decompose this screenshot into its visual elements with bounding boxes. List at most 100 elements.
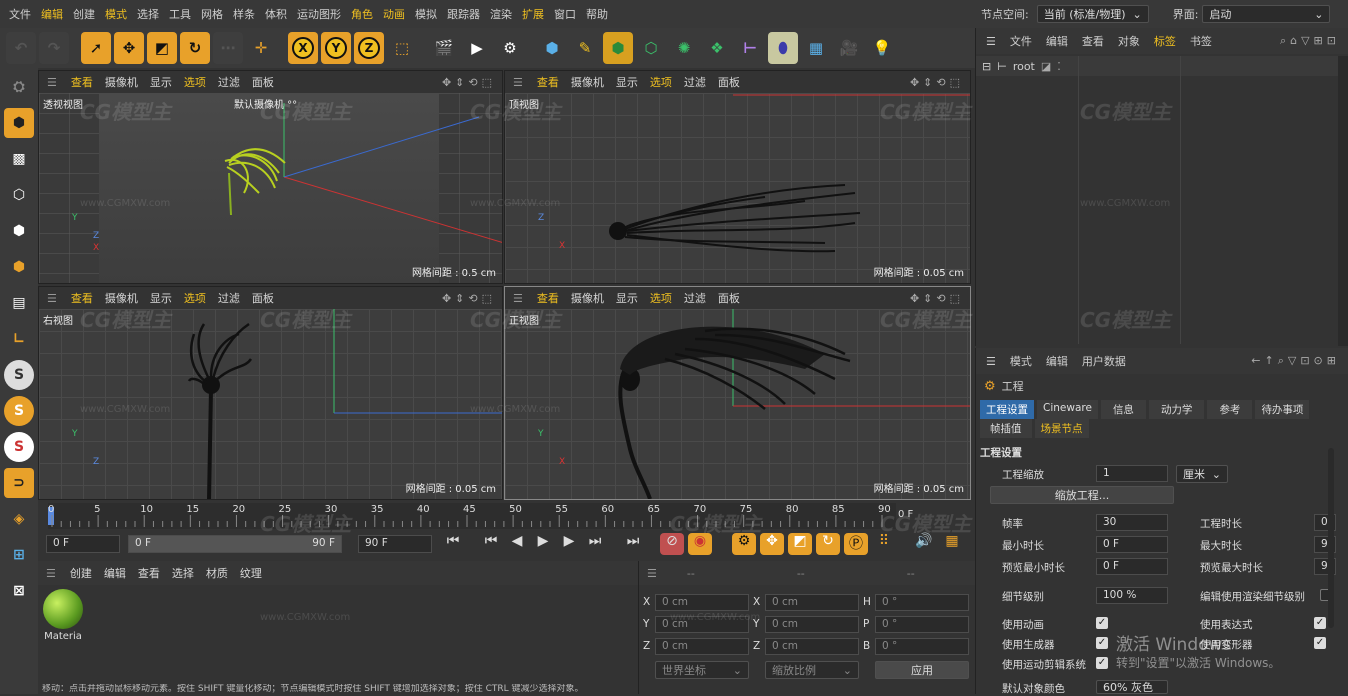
attr-scrollbar[interactable] [1328, 448, 1334, 628]
render-picture-viewer-button[interactable]: ▶ [462, 32, 492, 64]
vp-menu-options[interactable]: 选项 [650, 74, 672, 90]
go-end-button[interactable]: ⏭ [622, 533, 644, 555]
x-axis-button[interactable]: X [288, 32, 318, 64]
live-select-button[interactable]: ⋯ [213, 32, 243, 64]
menu-edit[interactable]: 编辑 [41, 6, 63, 22]
om-toolbar-icons[interactable]: ⌕⌂▽⊞⊡ [1280, 34, 1340, 48]
vp-menu-cameras[interactable]: 摄像机 [571, 74, 604, 90]
menu-animate[interactable]: 动画 [383, 6, 405, 22]
viewport-front[interactable]: ☰ 查看 摄像机 显示 选项 过滤 面板 ✥⇕⟲⬚ 正视图 Y X 网格间距:… [504, 286, 971, 500]
om-scrollbar[interactable] [1338, 56, 1348, 346]
record-button[interactable]: ⊘ [660, 533, 684, 555]
vp-menu-display[interactable]: 显示 [150, 290, 172, 306]
deformer-button[interactable]: ⊢ [735, 32, 765, 64]
nav-icons[interactable]: ✥⇕⟲⬚ [910, 292, 964, 305]
rot-b-field[interactable]: 0 ° [875, 638, 969, 655]
material-swatch[interactable]: Materia [41, 589, 85, 647]
size-y-field[interactable]: 0 cm [765, 616, 859, 633]
om-menu-tags[interactable]: 标签 [1154, 33, 1176, 49]
menu-character[interactable]: 角色 [351, 6, 373, 22]
undo-button[interactable]: ↶ [6, 32, 36, 64]
sound-button[interactable]: 🔊 [912, 533, 936, 555]
menu-volume[interactable]: 体积 [265, 6, 287, 22]
film-button[interactable]: ▦ [940, 533, 964, 555]
use-expression-checkbox[interactable]: ✓ [1314, 617, 1326, 629]
preview-min-field[interactable]: 0 F [1096, 558, 1168, 575]
workplane-button[interactable]: ◈ [4, 504, 34, 534]
menu-mesh[interactable]: 网格 [201, 6, 223, 22]
mat-menu-select[interactable]: 选择 [172, 565, 194, 581]
model-mode-button[interactable]: ⬢ [4, 108, 34, 138]
size-z-field[interactable]: 0 cm [765, 638, 859, 655]
use-generators-checkbox[interactable]: ✓ [1096, 637, 1108, 649]
vp-menu-panel[interactable]: 面板 [718, 290, 740, 306]
pos-z-field[interactable]: 0 cm [655, 638, 749, 655]
nav-icons[interactable]: ✥⇕⟲⬚ [910, 76, 964, 89]
scale-tool-button[interactable]: ◩ [147, 32, 177, 64]
texture-mode-button[interactable]: ▩ [4, 144, 34, 174]
vp-menu-filter[interactable]: 过滤 [218, 74, 240, 90]
rot-h-field[interactable]: 0 ° [875, 594, 969, 611]
menu-window[interactable]: 窗口 [554, 6, 576, 22]
viewport-perspective[interactable]: ☰ 查看 摄像机 显示 选项 过滤 面板 ✥⇕⟲⬚ 透视视图 默认摄像机 °° [38, 70, 503, 284]
vp-menu-options[interactable]: 选项 [650, 290, 672, 306]
tab-reference[interactable]: 参考 [1207, 400, 1253, 419]
attr-menu-edit[interactable]: 编辑 [1046, 353, 1068, 369]
use-deformers-checkbox[interactable]: ✓ [1314, 637, 1326, 649]
tab-info[interactable]: 信息 [1100, 400, 1146, 419]
go-start-button[interactable]: ⏮ [442, 533, 464, 555]
menu-extensions[interactable]: 扩展 [522, 6, 544, 22]
edge-mode-button[interactable]: ⬢ [4, 216, 34, 246]
make-editable-button[interactable]: ⛭ [4, 72, 34, 102]
next-key-button[interactable]: ⏭ [584, 533, 606, 555]
attr-toolbar-icons[interactable]: ←↑⌕▽⊡⊙⊞ [1251, 354, 1340, 368]
cube-button[interactable]: ⬢ [537, 32, 567, 64]
key-param-button[interactable]: Ⓟ [844, 533, 868, 555]
snap-mode-button[interactable]: S [4, 432, 34, 462]
tab-dynamics[interactable]: 动力学 [1148, 400, 1205, 419]
root-row[interactable]: ⊟ ⊢ root ◪ ⁚ [976, 56, 1338, 76]
key-settings-button[interactable]: ⚙ [732, 533, 756, 555]
viewport-right[interactable]: ☰ 查看 摄像机 显示 选项 过滤 面板 ✥⇕⟲⬚ 右视图 Y Z 网格间距:… [38, 286, 503, 500]
next-frame-button[interactable]: ▶ [558, 533, 580, 555]
tab-project-settings[interactable]: 工程设置 [980, 400, 1034, 419]
light-button[interactable]: 💡 [867, 32, 897, 64]
rotate-tool-button[interactable]: ↻ [180, 32, 210, 64]
subdivision-button[interactable]: ⬢ [603, 32, 633, 64]
coord-system-dropdown[interactable]: 世界坐标 ⌄ [655, 661, 749, 679]
key-position-button[interactable]: ✥ [760, 533, 784, 555]
vp-menu-view[interactable]: 查看 [71, 74, 93, 90]
vp-menu-options[interactable]: 选项 [184, 74, 206, 90]
viewport-top[interactable]: ☰ 查看 摄像机 显示 选项 过滤 面板 ✥⇕⟲⬚ 顶视图 Z X 网格间距:… [504, 70, 971, 284]
menu-tools[interactable]: 工具 [169, 6, 191, 22]
lod-field[interactable]: 100 % [1096, 587, 1168, 604]
size-mode-dropdown[interactable]: 缩放比例 ⌄ [765, 661, 859, 679]
size-x-field[interactable]: 0 cm [765, 594, 859, 611]
polygon-mode-button[interactable]: ⬢ [4, 252, 34, 282]
floor-button[interactable]: ▦ [801, 32, 831, 64]
mat-menu-texture[interactable]: 纹理 [240, 565, 262, 581]
project-scale-field[interactable]: 1 [1096, 465, 1168, 482]
om-menu-object[interactable]: 对象 [1118, 33, 1140, 49]
viewport-canvas[interactable]: 透视视图 默认摄像机 °° Y Z X 网格间距 : 0.5 cm [39, 93, 502, 283]
field-button[interactable]: ⬮ [768, 32, 798, 64]
uv-mode-button[interactable]: ▤ [4, 288, 34, 318]
mat-menu-edit[interactable]: 编辑 [104, 565, 126, 581]
tab-scene-nodes[interactable]: 场景节点 [1034, 419, 1089, 438]
om-menu-bookmarks[interactable]: 书签 [1190, 33, 1212, 49]
mat-menu-view[interactable]: 查看 [138, 565, 160, 581]
vp-menu-panel[interactable]: 面板 [718, 74, 740, 90]
vp-menu-display[interactable]: 显示 [150, 74, 172, 90]
attr-menu-mode[interactable]: 模式 [1010, 353, 1032, 369]
coord-system-button[interactable]: ⬚ [387, 32, 417, 64]
nav-icons[interactable]: ✥⇕⟲⬚ [442, 292, 496, 305]
z-axis-button[interactable]: Z [354, 32, 384, 64]
menu-spline[interactable]: 样条 [233, 6, 255, 22]
menu-mode[interactable]: 模式 [105, 6, 127, 22]
key-rotation-button[interactable]: ↻ [816, 533, 840, 555]
vp-menu-panel[interactable]: 面板 [252, 290, 274, 306]
snap-button[interactable]: S [4, 360, 34, 390]
prev-frame-button[interactable]: ◀ [506, 533, 528, 555]
tab-key-interpolation[interactable]: 帧插值 [980, 419, 1032, 438]
vp-menu-cameras[interactable]: 摄像机 [105, 74, 138, 90]
